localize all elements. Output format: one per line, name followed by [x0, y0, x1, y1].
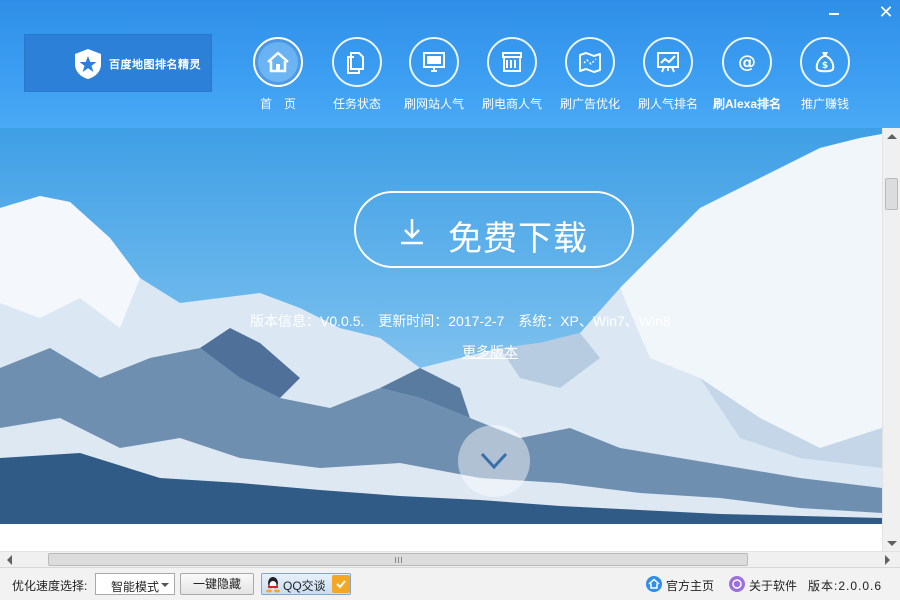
chart-board-icon	[657, 52, 679, 73]
close-button[interactable]: ✕	[876, 4, 896, 22]
nav-home[interactable]: 首 页	[243, 37, 313, 117]
monitor-icon	[423, 52, 445, 72]
minimize-button[interactable]	[824, 4, 844, 22]
version-label: 版本信息：V0.0.5.	[250, 313, 365, 329]
hide-button[interactable]: 一键隐藏	[180, 573, 254, 595]
nav-promote-earn[interactable]: $ 推广赚钱	[790, 37, 860, 117]
vertical-scroll-thumb[interactable]	[885, 178, 898, 210]
speed-label: 优化速度选择:	[12, 579, 88, 593]
scroll-left-arrow-icon[interactable]	[7, 555, 12, 565]
more-versions-link[interactable]: 更多版本	[462, 342, 518, 362]
chevron-down-icon	[480, 452, 508, 470]
nav-popularity-rank-label: 刷人气排名	[637, 97, 698, 111]
nav-alexa-rank[interactable]: @ 刷Alexa排名	[712, 37, 782, 117]
nav-popularity-rank[interactable]: 刷人气排名	[633, 37, 703, 117]
system-label: 系统：XP、Win7、Win8	[518, 313, 671, 329]
download-label: 免费下载	[448, 220, 588, 258]
nav-ecommerce-traffic-circle	[487, 37, 537, 87]
scroll-grip-icon	[395, 557, 402, 563]
speed-mode-select[interactable]: 智能模式	[95, 573, 175, 595]
horizontal-scroll-thumb[interactable]	[48, 553, 748, 566]
header-bar: ✕ 百度地图排名精灵 首 页 任务状态 刷网站人气 刷电商人气 刷广告优化 刷人…	[0, 0, 900, 128]
nav-promote-earn-circle: $	[800, 37, 850, 87]
app-logo: 百度地图排名精灵	[24, 34, 212, 92]
nav-site-traffic[interactable]: 刷网站人气	[399, 37, 469, 117]
home-icon	[267, 51, 289, 73]
scroll-down-button[interactable]	[458, 425, 530, 497]
svg-text:@: @	[738, 52, 756, 73]
nav-home-label: 首 页	[259, 97, 296, 111]
nav-alexa-rank-circle: @	[722, 37, 772, 87]
nav-site-traffic-circle	[409, 37, 459, 87]
horizontal-scrollbar[interactable]	[0, 551, 900, 567]
about-software-label: 关于软件	[749, 579, 798, 593]
qq-penguin-icon	[266, 577, 280, 593]
check-icon	[336, 580, 346, 589]
scroll-up-arrow-icon[interactable]	[887, 134, 897, 139]
nav-ecommerce-traffic[interactable]: 刷电商人气	[477, 37, 547, 117]
documents-icon	[347, 52, 364, 74]
hero-banner: 免费下载 版本信息：V0.0.5. 更新时间：2017-2-7 系统：XP、Wi…	[0, 128, 882, 524]
scroll-down-arrow-icon[interactable]	[887, 541, 897, 546]
at-icon: @	[738, 52, 756, 73]
nav-ad-optimize-label: 刷广告优化	[559, 97, 620, 111]
svg-text:$: $	[822, 61, 828, 71]
update-time-label: 更新时间：2017-2-7	[378, 313, 505, 329]
nav-task-status[interactable]: 任务状态	[322, 37, 392, 117]
official-home-label: 官方主页	[666, 579, 715, 593]
qq-chat-button[interactable]: QQ交谈	[261, 573, 351, 595]
scroll-right-arrow-icon[interactable]	[885, 555, 890, 565]
store-icon	[502, 52, 522, 72]
logo-text: 百度地图排名精灵	[109, 59, 201, 71]
version-number: 版本:2.0.0.6	[808, 579, 883, 593]
map-icon	[579, 52, 601, 73]
nav-site-traffic-label: 刷网站人气	[403, 97, 464, 111]
nav-ad-optimize-circle	[565, 37, 615, 87]
status-bar: 优化速度选择: 智能模式 一键隐藏 QQ交谈 官方主页 关于软件 版本:2.0.…	[0, 567, 900, 600]
nav-promote-earn-label: 推广赚钱	[800, 97, 849, 111]
download-button[interactable]: 免费下载	[354, 191, 634, 268]
info-icon	[729, 576, 745, 592]
money-bag-icon: $	[815, 52, 835, 73]
chevron-down-icon	[161, 583, 169, 587]
nav-ad-optimize[interactable]: 刷广告优化	[555, 37, 625, 117]
speed-mode-value: 智能模式	[111, 580, 160, 594]
nav-task-status-circle	[332, 37, 382, 87]
qq-verified-badge	[332, 575, 350, 593]
qq-chat-label: QQ交谈	[283, 579, 326, 593]
nav-home-circle	[253, 37, 303, 87]
home-icon	[646, 576, 662, 592]
version-info: 版本信息：V0.0.5. 更新时间：2017-2-7 系统：XP、Win7、Wi…	[250, 311, 740, 331]
nav-popularity-rank-circle	[643, 37, 693, 87]
nav-ecommerce-traffic-label: 刷电商人气	[481, 97, 542, 111]
nav-alexa-rank-label: 刷Alexa排名	[712, 97, 782, 111]
vertical-scrollbar[interactable]	[882, 128, 900, 552]
download-icon	[401, 219, 423, 245]
shield-star-icon	[75, 49, 101, 79]
